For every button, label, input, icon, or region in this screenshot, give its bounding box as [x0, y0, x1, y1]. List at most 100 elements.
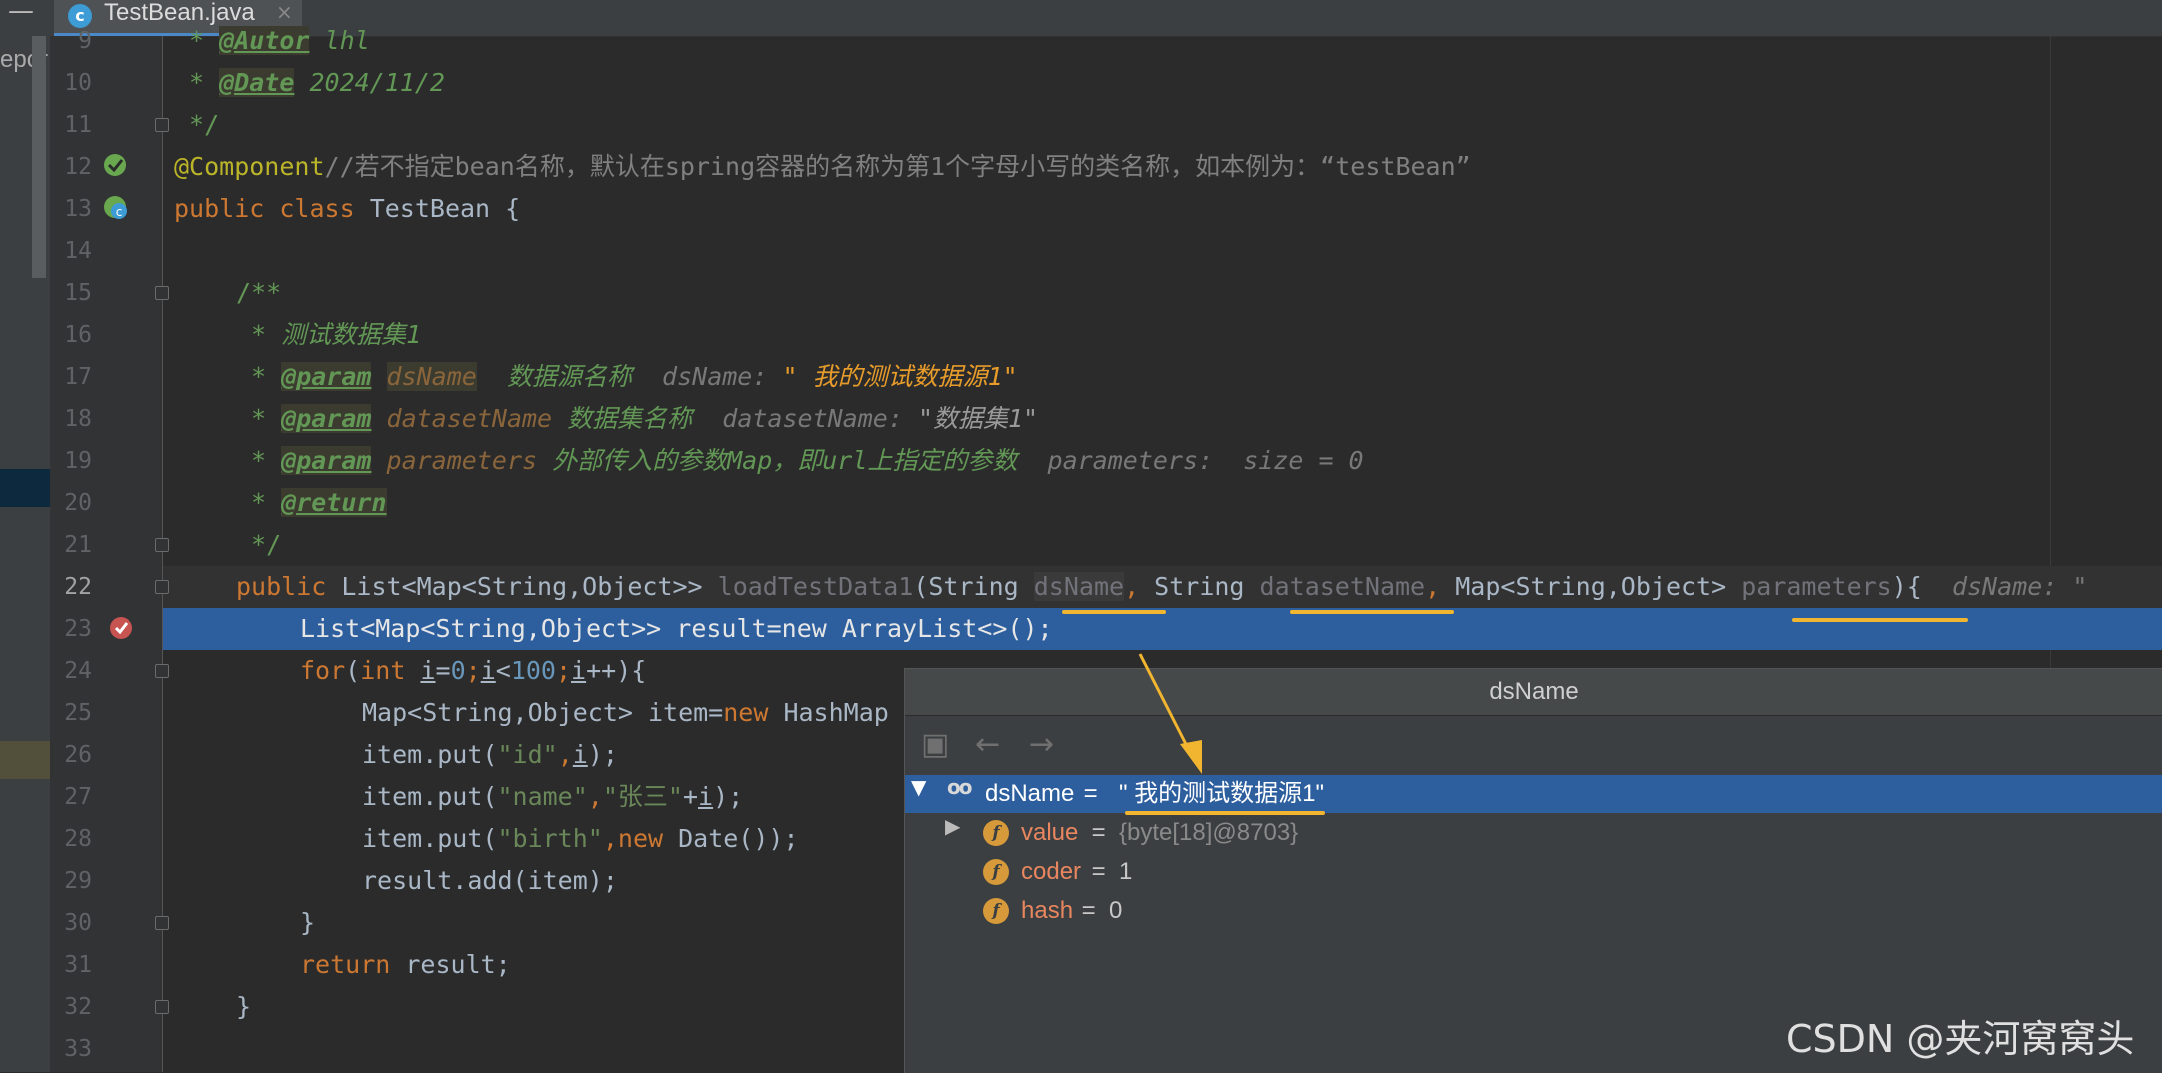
code-line-25[interactable]: Map<String,Object> item=new HashMap: [362, 692, 889, 734]
equals: =: [1077, 780, 1105, 807]
inline-debug-label: dsName:: [631, 362, 783, 391]
line-number[interactable]: 11: [50, 104, 92, 146]
brace: }: [236, 992, 252, 1021]
statement: );: [713, 782, 744, 811]
statement: item.put(: [362, 824, 498, 853]
code-line-11[interactable]: */: [174, 104, 219, 146]
svg-text:c: c: [116, 205, 123, 219]
line-number[interactable]: 31: [50, 944, 92, 986]
spring-bean-icon[interactable]: [102, 152, 128, 178]
code-line-27[interactable]: item.put("name","张三"+i);: [362, 776, 743, 818]
popup-title[interactable]: dsName: [905, 669, 2162, 716]
doc-end: */: [236, 530, 282, 559]
fold-marker[interactable]: [155, 664, 169, 678]
code-line-29[interactable]: result.add(item);: [362, 860, 618, 902]
project-panel-edge: epor: [0, 36, 50, 1072]
line-number[interactable]: 29: [50, 860, 92, 902]
fold-marker[interactable]: [155, 538, 169, 552]
line-number[interactable]: 23: [50, 608, 92, 650]
code-line-23[interactable]: List<Map<String,Object>> result=new Arra…: [300, 608, 1053, 650]
doc-param: datasetName: [386, 404, 553, 433]
code-line-15[interactable]: /**: [236, 272, 281, 314]
doc-start: /**: [236, 278, 282, 307]
line-number[interactable]: 22: [50, 566, 92, 608]
forward-arrow-icon[interactable]: →: [1029, 728, 1054, 762]
fold-marker[interactable]: [155, 118, 169, 132]
operator: <: [495, 656, 511, 685]
code-line-26[interactable]: item.put("id",i);: [362, 734, 618, 776]
doc-end: */: [174, 110, 220, 139]
panel-selected-row[interactable]: [0, 469, 50, 507]
loop-var: i: [420, 656, 436, 685]
code-line-9[interactable]: * @Autor lhl: [174, 20, 370, 62]
code-line-22[interactable]: public List<Map<String,Object>> loadTest…: [236, 566, 2087, 608]
line-number[interactable]: 9: [50, 20, 92, 62]
doc-text: * 测试数据集1: [236, 320, 422, 349]
fold-marker[interactable]: [155, 1000, 169, 1014]
code-line-28[interactable]: item.put("birth",new Date());: [362, 818, 799, 860]
minimize-icon[interactable]: —: [8, 0, 38, 30]
panel-scrollbar[interactable]: [32, 36, 46, 278]
method-brace: ){: [1891, 572, 1922, 601]
line-number[interactable]: 32: [50, 986, 92, 1028]
comma: ,: [1124, 572, 1140, 601]
line-number[interactable]: 27: [50, 776, 92, 818]
doc-text: lhl: [309, 26, 370, 55]
line-number[interactable]: 10: [50, 62, 92, 104]
line-number[interactable]: 20: [50, 482, 92, 524]
code-line-12[interactable]: @Component//若不指定bean名称，默认在spring容器的名称为第1…: [174, 146, 1471, 188]
line-number[interactable]: 14: [50, 230, 92, 272]
line-number[interactable]: 19: [50, 440, 92, 482]
code-line-24[interactable]: for(int i=0;i<100;i++){: [300, 650, 646, 692]
line-number[interactable]: 30: [50, 902, 92, 944]
line-number[interactable]: 33: [50, 1028, 92, 1070]
code-line-20[interactable]: * @return: [236, 482, 387, 524]
line-number[interactable]: 25: [50, 692, 92, 734]
doc-tag: @param: [281, 362, 372, 391]
code-line-18[interactable]: * @param datasetName 数据集名称 datasetName: …: [236, 398, 1038, 440]
code-line-21[interactable]: */: [236, 524, 281, 566]
loop-var: i: [572, 740, 588, 769]
back-arrow-icon[interactable]: ←: [975, 728, 1000, 762]
spring-bean-class-icon[interactable]: c: [102, 194, 130, 222]
code-line-31[interactable]: return result;: [300, 944, 511, 986]
line-number[interactable]: 24: [50, 650, 92, 692]
panel-highlight-row[interactable]: [0, 741, 50, 779]
doc-tag: @param: [281, 446, 372, 475]
line-number[interactable]: 13: [50, 188, 92, 230]
operator: =: [435, 656, 451, 685]
line-number[interactable]: 21: [50, 524, 92, 566]
tree-node-value[interactable]: ▶ f value = {byte[18]@8703}: [905, 814, 2162, 852]
code-line-19[interactable]: * @param parameters 外部传入的参数Map，即url上指定的参…: [236, 440, 1364, 482]
folder-icon[interactable]: ▣: [921, 728, 949, 762]
line-number[interactable]: 26: [50, 734, 92, 776]
tree-node-coder[interactable]: f coder = 1: [905, 853, 2162, 891]
tree-node-dsname[interactable]: ▼ oo dsName = " 我的测试数据源1": [905, 775, 2162, 813]
fold-marker[interactable]: [155, 580, 169, 594]
var-name: dsName: [985, 780, 1075, 807]
line-number[interactable]: 28: [50, 818, 92, 860]
code-line-13[interactable]: public class TestBean {: [174, 188, 520, 230]
statement: Map<String,Object> item=: [362, 698, 724, 727]
code-line-32[interactable]: }: [236, 986, 251, 1028]
breakpoint-icon[interactable]: [108, 614, 136, 642]
fold-marker[interactable]: [155, 916, 169, 930]
code-line-10[interactable]: * @Date 2024/11/2: [174, 62, 445, 104]
code-line-17[interactable]: * @param dsName 数据源名称 dsName: " 我的测试数据源1…: [236, 356, 1018, 398]
collapse-icon[interactable]: ▼: [911, 775, 926, 799]
inline-debug-label: parameters: size = 0: [1017, 446, 1364, 475]
param-type: String: [1139, 572, 1260, 601]
tree-node-hash[interactable]: f hash = 0: [905, 892, 2162, 930]
line-number[interactable]: 17: [50, 356, 92, 398]
code-line-16[interactable]: * 测试数据集1: [236, 314, 421, 356]
class-name: TestBean {: [369, 194, 521, 223]
line-number[interactable]: 18: [50, 398, 92, 440]
code-line-30[interactable]: }: [300, 902, 315, 944]
fold-marker[interactable]: [155, 286, 169, 300]
expand-icon[interactable]: ▶: [945, 814, 960, 838]
line-number[interactable]: 15: [50, 272, 92, 314]
line-number[interactable]: 12: [50, 146, 92, 188]
statement: result;: [390, 950, 511, 979]
line-number[interactable]: 16: [50, 314, 92, 356]
